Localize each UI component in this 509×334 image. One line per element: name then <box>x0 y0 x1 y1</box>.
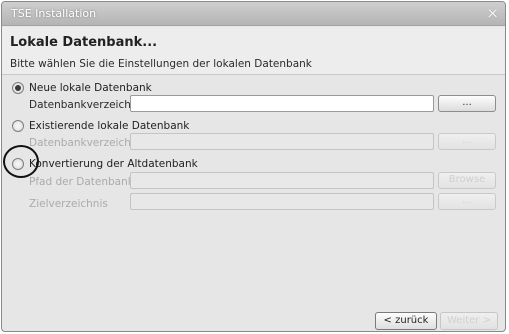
convert-db-target-browse-button[interactable]: ... <box>438 193 496 210</box>
page-title: Lokale Datenbank... <box>10 35 158 50</box>
radio-convert-db[interactable] <box>12 158 24 170</box>
radio-convert-db-label: Konvertierung der Altdatenbank <box>29 158 198 170</box>
next-button[interactable]: Weiter > <box>440 312 498 330</box>
radio-existing-db-label: Existierende lokale Datenbank <box>29 120 190 132</box>
existing-db-directory-input[interactable] <box>130 133 434 150</box>
convert-db-path-input[interactable] <box>130 172 434 189</box>
window-title: TSE Installation <box>11 7 97 20</box>
convert-db-path-label: Pfad der Datenbank <box>29 176 134 188</box>
existing-db-directory-label: Datenbankverzeichnis <box>29 137 146 149</box>
option-new-db[interactable]: Neue lokale Datenbank <box>12 80 152 96</box>
existing-db-browse-button[interactable]: ... <box>438 133 496 150</box>
page-header: Lokale Datenbank... Bitte wählen Sie die… <box>2 27 505 75</box>
new-db-browse-button[interactable]: ... <box>438 95 496 112</box>
convert-db-target-label: Zielverzeichnis <box>29 198 108 210</box>
title-bar: TSE Installation × <box>2 2 505 26</box>
installer-window: TSE Installation × Lokale Datenbank... B… <box>1 1 506 332</box>
option-convert-db[interactable]: Konvertierung der Altdatenbank <box>12 156 198 172</box>
new-db-directory-input[interactable] <box>130 95 434 112</box>
convert-db-target-input[interactable] <box>130 193 434 210</box>
new-db-directory-label: Datenbankverzeichnis <box>29 99 146 111</box>
back-button[interactable]: < zurück <box>375 312 437 330</box>
page-subtitle: Bitte wählen Sie die Einstellungen der l… <box>10 58 312 70</box>
radio-existing-db[interactable] <box>12 120 24 132</box>
convert-db-path-browse-button[interactable]: Browse <box>438 172 496 189</box>
radio-new-db-label: Neue lokale Datenbank <box>29 82 152 94</box>
close-icon[interactable]: × <box>486 4 499 22</box>
radio-new-db[interactable] <box>12 82 24 94</box>
option-existing-db[interactable]: Existierende lokale Datenbank <box>12 118 189 134</box>
